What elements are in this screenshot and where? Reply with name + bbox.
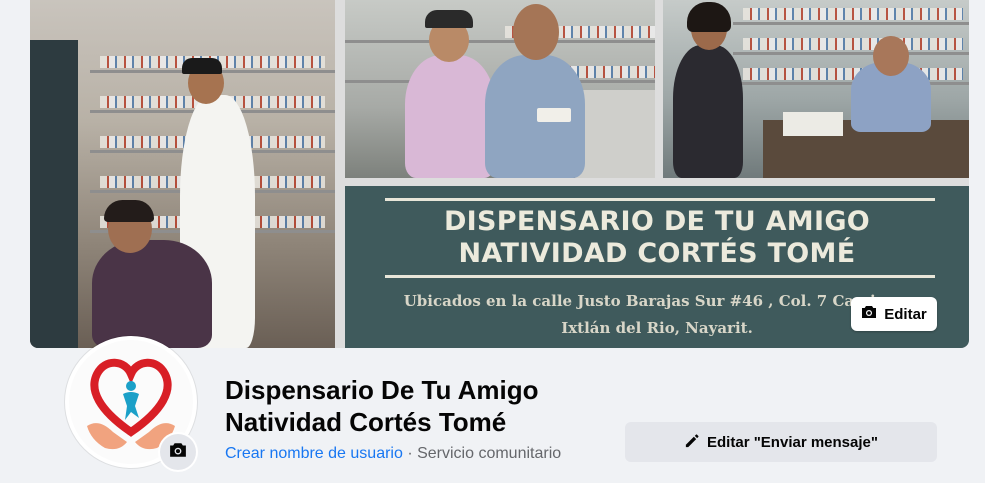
edit-send-message-label: Editar "Enviar mensaje" bbox=[707, 433, 878, 451]
page-meta: Crear nombre de usuario · Servicio comun… bbox=[225, 445, 561, 463]
camera-icon bbox=[169, 442, 187, 463]
page-title: Dispensario De Tu Amigo Natividad Cortés… bbox=[225, 374, 605, 438]
pencil-icon bbox=[684, 433, 699, 452]
edit-send-message-button[interactable]: Editar "Enviar mensaje" bbox=[625, 422, 937, 462]
create-username-link[interactable]: Crear nombre de usuario bbox=[225, 445, 403, 462]
page-category: Servicio comunitario bbox=[417, 445, 562, 462]
meta-separator: · bbox=[402, 445, 418, 462]
edit-cover-label: Editar bbox=[884, 305, 927, 323]
cover-photo-desk bbox=[663, 0, 969, 178]
banner-title-line2: NATIVIDAD CORTÉS TOMÉ bbox=[458, 238, 856, 269]
page-title-line1: Dispensario De Tu Amigo bbox=[225, 375, 539, 405]
edit-cover-button[interactable]: Editar bbox=[851, 297, 937, 331]
cover-photo-two-men bbox=[345, 0, 655, 178]
banner-title-line1: DISPENSARIO DE TU AMIGO bbox=[443, 206, 871, 237]
camera-icon bbox=[861, 305, 877, 323]
banner-rule-top bbox=[385, 198, 935, 201]
banner-rule-bottom bbox=[385, 275, 935, 278]
page-title-line2: Natividad Cortés Tomé bbox=[225, 407, 507, 437]
cover-photo: DISPENSARIO DE TU AMIGO NATIVIDAD CORTÉS… bbox=[30, 0, 969, 348]
cover-photo-nurse bbox=[30, 0, 335, 348]
change-avatar-button[interactable] bbox=[160, 434, 196, 470]
